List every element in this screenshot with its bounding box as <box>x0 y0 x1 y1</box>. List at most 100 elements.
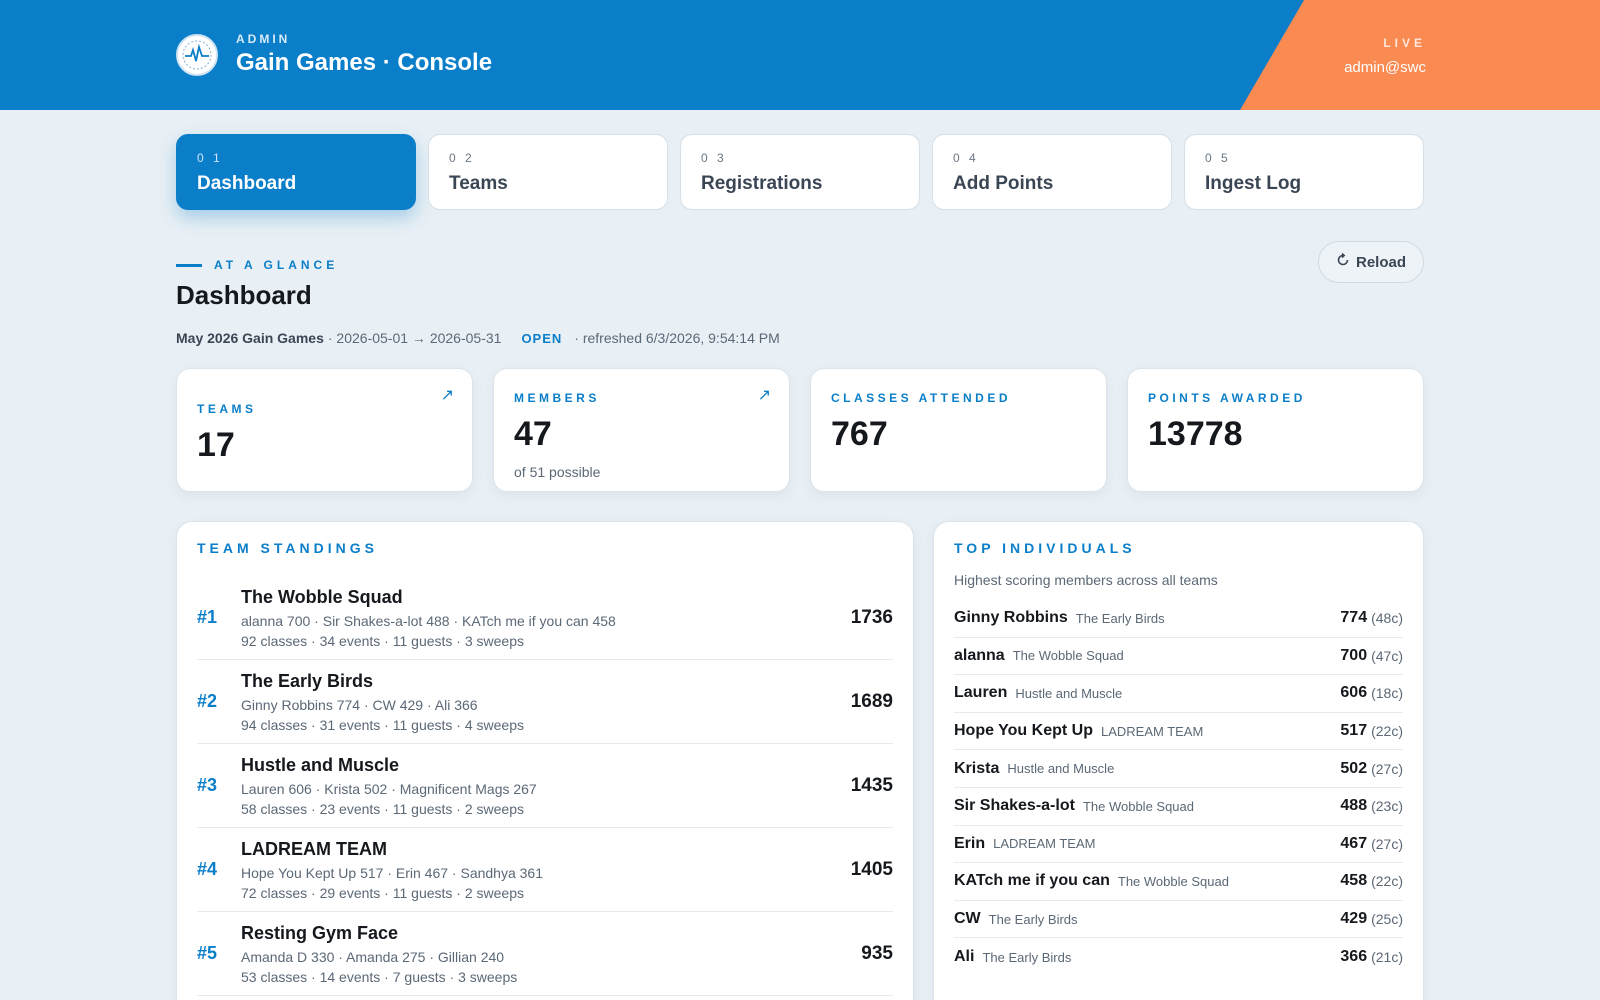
member-team: Hustle and Muscle <box>1007 761 1115 777</box>
individual-row[interactable]: Lauren Hustle and Muscle 606 (18c) <box>954 675 1403 713</box>
team-name: The Early Birds <box>241 670 374 691</box>
stat-card-teams[interactable]: ↗ TEAMS 17 <box>176 368 473 492</box>
refresh-icon <box>1336 252 1350 271</box>
team-rank: #5 <box>197 943 218 963</box>
tab-number: 0 5 <box>1205 151 1231 165</box>
team-rank: #3 <box>197 775 218 795</box>
individual-row[interactable]: CW The Early Birds 429 (25c) <box>954 901 1403 939</box>
tab-add-points[interactable]: 0 4 Add Points <box>932 134 1172 210</box>
reload-label: Reload <box>1355 253 1406 271</box>
team-points: 1435 <box>850 774 893 796</box>
individual-row[interactable]: KATch me if you can The Wobble Squad 458… <box>954 863 1403 901</box>
member-team: The Early Birds <box>982 949 1072 965</box>
individual-row[interactable]: Sir Shakes-a-lot The Wobble Squad 488 (2… <box>954 788 1403 826</box>
stat-value: 13778 <box>1148 415 1243 453</box>
stat-label: MEMBERS <box>514 391 600 405</box>
member-team: The Early Birds <box>1075 610 1165 626</box>
team-members: Ginny Robbins 774 · CW 429 · Ali 366 <box>241 696 478 713</box>
heartbeat-logo-icon <box>176 33 218 76</box>
live-status: LIVE admin@swc <box>1344 36 1426 76</box>
stat-card-points: POINTS AWARDED 13778 <box>1127 368 1424 492</box>
team-name: Resting Gym Face <box>241 922 399 943</box>
individual-row[interactable]: Ginny Robbins The Early Birds 774 (48c) <box>954 600 1403 638</box>
team-rank: #2 <box>197 691 218 711</box>
panel-title: TEAM STANDINGS <box>197 540 378 556</box>
tab-label: Add Points <box>953 173 1054 194</box>
section-kicker: AT A GLANCE <box>176 258 338 272</box>
tab-label: Teams <box>449 173 508 194</box>
tab-ingest-log[interactable]: 0 5 Ingest Log <box>1184 134 1424 210</box>
team-row[interactable]: #3 Hustle and Muscle Lauren 606 · Krista… <box>197 744 893 828</box>
tab-label: Ingest Log <box>1205 173 1302 194</box>
member-classes: (21c) <box>1371 949 1403 966</box>
tab-dashboard[interactable]: 0 1 Dashboard <box>176 134 416 210</box>
member-name: Sir Shakes-a-lot <box>954 797 1075 815</box>
page-title: Dashboard <box>176 280 312 310</box>
member-name: KATch me if you can <box>954 872 1110 890</box>
individual-row[interactable]: Ali The Early Birds 366 (21c) <box>954 938 1403 976</box>
team-stats: 72 classes · 29 events · 11 guests · 2 s… <box>241 884 524 901</box>
member-team: The Wobble Squad <box>1117 873 1229 889</box>
top-header: ADMIN Gain Games · Console LIVE admin@sw… <box>0 0 1600 110</box>
stat-card-members[interactable]: ↗ MEMBERS 47 of 51 possible <box>493 368 790 492</box>
reload-button[interactable]: Reload <box>1318 241 1424 283</box>
member-name: Ali <box>954 948 975 966</box>
member-classes: (22c) <box>1371 723 1403 740</box>
team-members: Amanda D 330 · Amanda 275 · Gillian 240 <box>241 948 505 965</box>
team-members: Hope You Kept Up 517 · Erin 467 · Sandhy… <box>241 864 543 881</box>
event-range: · 2026-05-01 → 2026-05-31 <box>327 330 502 346</box>
arrow-up-right-icon[interactable]: ↗ <box>441 385 454 405</box>
team-members: alanna 700 · Sir Shakes-a-lot 488 · KATc… <box>241 612 616 629</box>
individuals-list: Ginny Robbins The Early Birds 774 (48c) … <box>954 600 1403 976</box>
arrow-up-right-icon[interactable]: ↗ <box>758 385 771 405</box>
stat-value: 47 <box>514 415 552 453</box>
nav-tabs: 0 1 Dashboard 0 2 Teams 0 3 Registration… <box>176 134 1424 210</box>
member-team: The Early Birds <box>988 911 1078 927</box>
member-classes: (22c) <box>1371 873 1403 890</box>
tab-label: Registrations <box>701 173 823 194</box>
team-stats: 53 classes · 14 events · 7 guests · 3 sw… <box>241 968 518 985</box>
member-name: Lauren <box>954 684 1008 702</box>
team-row[interactable]: #2 The Early Birds Ginny Robbins 774 · C… <box>197 660 893 744</box>
member-points: 458 <box>1340 872 1368 890</box>
individual-row[interactable]: Erin LADREAM TEAM 467 (27c) <box>954 826 1403 864</box>
tab-teams[interactable]: 0 2 Teams <box>428 134 668 210</box>
top-individuals-panel: TOP INDIVIDUALS Highest scoring members … <box>933 521 1424 1000</box>
member-points: 467 <box>1340 834 1368 852</box>
member-name: Hope You Kept Up <box>954 722 1093 740</box>
member-team: The Wobble Squad <box>1082 798 1194 814</box>
team-points: 935 <box>861 942 893 964</box>
tab-registrations[interactable]: 0 3 Registrations <box>680 134 920 210</box>
stat-label: TEAMS <box>197 402 257 416</box>
team-stats: 58 classes · 23 events · 11 guests · 2 s… <box>241 800 524 817</box>
status-badge: OPEN <box>521 330 563 346</box>
stat-subtext: of 51 possible <box>514 464 601 480</box>
member-name: Ginny Robbins <box>954 609 1068 627</box>
member-team: LADREAM TEAM <box>1100 723 1204 739</box>
brand: ADMIN Gain Games · Console <box>176 32 492 77</box>
stats-row: ↗ TEAMS 17 ↗ MEMBERS 47 of 51 possible C… <box>176 368 1424 492</box>
app-title: Gain Games · Console <box>236 49 493 76</box>
team-row[interactable]: #4 LADREAM TEAM Hope You Kept Up 517 · E… <box>197 828 893 912</box>
event-meta: May 2026 Gain Games · 2026-05-01 → 2026-… <box>176 330 780 346</box>
team-row[interactable]: #5 Resting Gym Face Amanda D 330 · Amand… <box>197 912 893 996</box>
user-account[interactable]: admin@swc <box>1344 59 1426 76</box>
stat-card-classes: CLASSES ATTENDED 767 <box>810 368 1107 492</box>
tab-number: 0 3 <box>701 151 727 165</box>
stat-label: POINTS AWARDED <box>1148 391 1306 405</box>
team-row[interactable]: #1 The Wobble Squad alanna 700 · Sir Sha… <box>197 576 893 660</box>
individual-row[interactable]: Hope You Kept Up LADREAM TEAM 517 (22c) <box>954 713 1403 751</box>
team-name: The Wobble Squad <box>241 586 403 607</box>
team-name: LADREAM TEAM <box>241 838 387 859</box>
individual-row[interactable]: Krista Hustle and Muscle 502 (27c) <box>954 750 1403 788</box>
member-classes: (48c) <box>1371 610 1403 627</box>
individual-row[interactable]: alanna The Wobble Squad 700 (47c) <box>954 638 1403 676</box>
tab-number: 0 1 <box>197 151 223 165</box>
team-points: 1405 <box>850 858 893 880</box>
team-rank: #4 <box>197 859 218 879</box>
member-points: 774 <box>1340 609 1368 627</box>
team-name: Hustle and Muscle <box>241 754 400 775</box>
event-name: May 2026 Gain Games <box>176 330 324 346</box>
member-classes: (23c) <box>1371 798 1403 815</box>
tab-label: Dashboard <box>197 173 297 194</box>
